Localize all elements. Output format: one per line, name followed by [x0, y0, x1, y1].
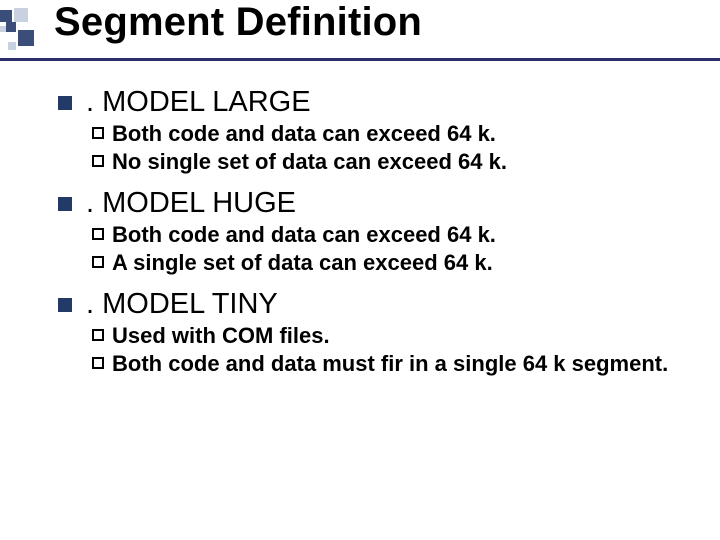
- level2-group: Both code and data can exceed 64 k. No s…: [92, 121, 690, 175]
- title-underline: [0, 58, 720, 61]
- hollow-square-bullet-icon: [92, 228, 104, 240]
- level1-text: . MODEL LARGE: [86, 86, 311, 119]
- hollow-square-bullet-icon: [92, 329, 104, 341]
- slide-title: Segment Definition: [54, 0, 700, 45]
- level1-text: . MODEL HUGE: [86, 187, 296, 220]
- bullet-level2: Used with COM files.: [92, 323, 690, 349]
- level2-text: Both code and data can exceed 64 k.: [112, 121, 496, 147]
- square-bullet-icon: [58, 197, 72, 211]
- hollow-square-bullet-icon: [92, 357, 104, 369]
- bullet-level1: . MODEL TINY: [58, 288, 690, 321]
- slide-body: . MODEL LARGE Both code and data can exc…: [58, 80, 690, 389]
- level2-text: A single set of data can exceed 64 k.: [112, 250, 493, 276]
- level2-group: Used with COM files. Both code and data …: [92, 323, 690, 377]
- hollow-square-bullet-icon: [92, 155, 104, 167]
- square-bullet-icon: [58, 298, 72, 312]
- level2-text: Used with COM files.: [112, 323, 330, 349]
- level2-group: Both code and data can exceed 64 k. A si…: [92, 222, 690, 276]
- level2-text: Both code and data can exceed 64 k.: [112, 222, 496, 248]
- corner-decoration: [0, 8, 60, 58]
- bullet-level2: A single set of data can exceed 64 k.: [92, 250, 690, 276]
- slide: Segment Definition . MODEL LARGE Both co…: [0, 0, 720, 540]
- bullet-level2: Both code and data must fir in a single …: [92, 351, 690, 377]
- bullet-level1: . MODEL HUGE: [58, 187, 690, 220]
- bullet-level2: No single set of data can exceed 64 k.: [92, 149, 690, 175]
- bullet-level2: Both code and data can exceed 64 k.: [92, 222, 690, 248]
- level2-text: Both code and data must fir in a single …: [112, 351, 668, 377]
- square-bullet-icon: [58, 96, 72, 110]
- bullet-level1: . MODEL LARGE: [58, 86, 690, 119]
- title-area: Segment Definition: [54, 0, 700, 45]
- hollow-square-bullet-icon: [92, 256, 104, 268]
- level2-text: No single set of data can exceed 64 k.: [112, 149, 507, 175]
- hollow-square-bullet-icon: [92, 127, 104, 139]
- level1-text: . MODEL TINY: [86, 288, 278, 321]
- bullet-level2: Both code and data can exceed 64 k.: [92, 121, 690, 147]
